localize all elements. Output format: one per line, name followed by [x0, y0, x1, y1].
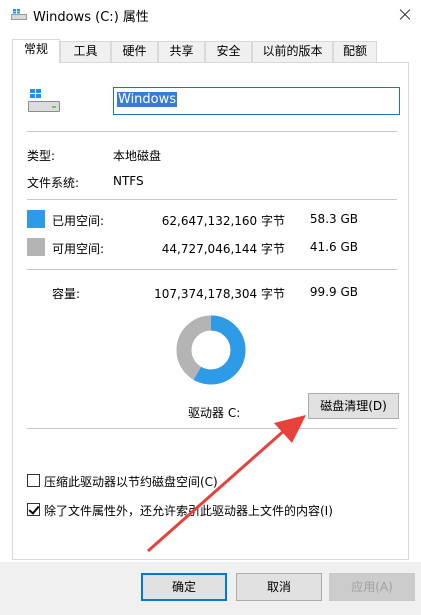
- tab-sharing[interactable]: 共享: [158, 41, 205, 62]
- used-space-label: 已用空间:: [52, 214, 105, 228]
- tab-label: 硬件: [122, 44, 147, 58]
- tab-label: 配额: [342, 44, 367, 58]
- tab-label: 常规: [23, 42, 48, 56]
- used-space-swatch: [27, 210, 45, 228]
- cancel-label: 取消: [266, 580, 291, 594]
- divider: [27, 269, 397, 270]
- apply-label: 应用(A): [351, 580, 393, 594]
- type-label: 类型:: [27, 149, 56, 163]
- tab-previous-versions[interactable]: 以前的版本: [252, 41, 333, 62]
- compress-checkbox[interactable]: [27, 474, 40, 487]
- free-space-bytes: 44,727,046,144 字节: [161, 242, 285, 256]
- divider: [27, 131, 397, 132]
- free-space-label: 可用空间:: [52, 242, 105, 256]
- drive-letter-label: 驱动器 C:: [188, 406, 241, 420]
- capacity-size: 99.9 GB: [309, 285, 358, 299]
- index-checkbox[interactable]: [27, 503, 40, 516]
- tab-tools[interactable]: 工具: [60, 41, 111, 62]
- disk-cleanup-button[interactable]: 磁盘清理(D): [308, 393, 399, 419]
- divider: [27, 199, 397, 200]
- free-space-size: 41.6 GB: [309, 240, 358, 254]
- filesystem-value: NTFS: [113, 174, 144, 188]
- type-value: 本地磁盘: [113, 149, 162, 163]
- index-option-label: 除了文件属性外，还允许索引此驱动器上文件的内容(I): [44, 504, 333, 518]
- drive-name-input[interactable]: Windows: [113, 87, 400, 115]
- drive-icon: [11, 9, 27, 20]
- tab-general[interactable]: 常规: [12, 39, 60, 63]
- free-space-swatch: [27, 238, 45, 256]
- divider: [27, 428, 397, 429]
- tab-label: 安全: [216, 44, 241, 58]
- used-space-bytes: 62,647,132,160 字节: [161, 214, 285, 228]
- drive-name-value: Windows: [117, 92, 178, 107]
- compress-option-label: 压缩此驱动器以节约磁盘空间(C): [44, 475, 218, 489]
- drive-large-icon: [28, 89, 60, 112]
- tab-security[interactable]: 安全: [205, 41, 252, 62]
- used-space-size: 58.3 GB: [309, 212, 358, 226]
- tab-hardware[interactable]: 硬件: [111, 41, 158, 62]
- cancel-button[interactable]: 取消: [236, 573, 322, 601]
- tab-quota[interactable]: 配额: [333, 41, 377, 62]
- disk-cleanup-label: 磁盘清理(D): [320, 399, 387, 413]
- tab-label: 共享: [169, 44, 194, 58]
- tab-label: 以前的版本: [262, 44, 323, 58]
- ok-button[interactable]: 确定: [141, 573, 227, 601]
- capacity-bytes: 107,374,178,304 字节: [154, 287, 285, 301]
- close-button[interactable]: [389, 0, 421, 30]
- title-bar: Windows (C:) 属性: [0, 0, 421, 30]
- usage-donut-chart: [176, 315, 246, 385]
- capacity-label: 容量:: [52, 287, 81, 301]
- filesystem-label: 文件系统:: [27, 176, 80, 190]
- tab-label: 工具: [73, 44, 98, 58]
- ok-label: 确定: [171, 580, 196, 594]
- apply-button[interactable]: 应用(A): [329, 573, 415, 601]
- window-title: Windows (C:) 属性: [33, 10, 149, 25]
